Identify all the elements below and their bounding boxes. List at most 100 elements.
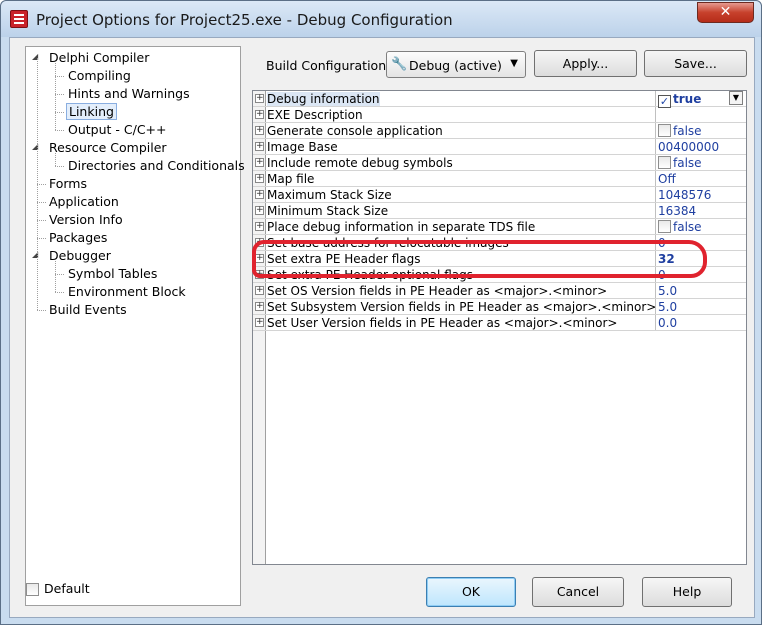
save-button[interactable]: Save...: [644, 50, 747, 77]
property-value[interactable]: 16384: [658, 204, 696, 218]
tree-item-resource-compiler[interactable]: Resource Compiler: [47, 139, 169, 157]
property-name: Generate console application: [267, 124, 443, 138]
property-value[interactable]: false: [658, 156, 702, 170]
default-checkbox-group[interactable]: Default: [26, 582, 90, 596]
build-configuration-label: Build Configuration:: [266, 58, 391, 73]
property-name: Set OS Version fields in PE Header as <m…: [267, 284, 608, 298]
ok-button[interactable]: OK: [426, 577, 516, 607]
tree-item-version-info[interactable]: Version Info: [47, 211, 125, 229]
tree-item-output-c-c-[interactable]: Output - C/C++: [66, 121, 169, 139]
property-value-text: 0: [658, 236, 666, 250]
property-value[interactable]: false: [658, 124, 702, 138]
chevron-down-icon: ▼: [510, 58, 518, 69]
expand-plus-icon[interactable]: +: [255, 318, 264, 327]
tree-item-directories-and-conditionals[interactable]: Directories and Conditionals: [66, 157, 247, 175]
expand-plus-icon[interactable]: +: [255, 238, 264, 247]
tree-item-packages[interactable]: Packages: [47, 229, 109, 247]
tree-item-environment-block[interactable]: Environment Block: [66, 283, 188, 301]
tree-item-linking[interactable]: Linking: [66, 103, 117, 121]
expand-plus-icon[interactable]: +: [255, 286, 264, 295]
dialog-client-area: Delphi Compiler ◢ Compiling Hints and Warni…: [9, 37, 755, 618]
expand-plus-icon[interactable]: +: [255, 142, 264, 151]
delphi-app-icon: [10, 10, 28, 28]
property-value[interactable]: false: [658, 220, 702, 234]
tree-item-build-events[interactable]: Build Events: [47, 301, 129, 319]
chevron-down-icon[interactable]: ▼: [729, 91, 743, 105]
tree-item-compiling[interactable]: Compiling: [66, 67, 133, 85]
property-value[interactable]: 1048576: [658, 188, 711, 202]
property-row[interactable]: + EXE Description: [253, 107, 746, 123]
property-value[interactable]: 00400000: [658, 140, 719, 154]
tree-item-symbol-tables[interactable]: Symbol Tables: [66, 265, 159, 283]
property-value[interactable]: 0.0: [658, 316, 677, 330]
property-value-text: 16384: [658, 204, 697, 218]
property-value[interactable]: Off: [658, 172, 676, 186]
tree-connector: [55, 112, 64, 113]
property-checkbox[interactable]: [658, 220, 671, 233]
title-bar[interactable]: Project Options for Project25.exe - Debu…: [1, 1, 761, 37]
property-row[interactable]: + Set User Version fields in PE Header as…: [253, 315, 746, 331]
property-checkbox[interactable]: [658, 156, 671, 169]
default-checkbox[interactable]: [26, 583, 39, 596]
property-row[interactable]: + Set extra PE Header optional flags 0: [253, 267, 746, 283]
property-value-text: false: [673, 124, 702, 138]
property-name: Place debug information in separate TDS …: [267, 220, 536, 234]
tree-item-label: Version Info: [49, 212, 123, 227]
property-name: EXE Description: [267, 108, 363, 122]
property-row[interactable]: + Minimum Stack Size 16384: [253, 203, 746, 219]
expand-plus-icon[interactable]: +: [255, 174, 264, 183]
build-configuration-dropdown[interactable]: 🔧 Debug (active) ▼: [386, 51, 526, 78]
apply-button[interactable]: Apply...: [534, 50, 637, 77]
property-row[interactable]: + Set extra PE Header flags 32: [253, 251, 746, 267]
property-value[interactable]: 0: [658, 268, 666, 282]
property-value[interactable]: 0: [658, 236, 666, 250]
expand-plus-icon[interactable]: +: [255, 110, 264, 119]
property-value[interactable]: 5.0: [658, 284, 677, 298]
tree-item-debugger[interactable]: Debugger: [47, 247, 113, 265]
expand-plus-icon[interactable]: +: [255, 126, 264, 135]
default-label: Default: [44, 581, 90, 596]
property-value-text: 32: [658, 252, 675, 266]
tree-connector: [55, 166, 64, 167]
options-tree[interactable]: Delphi Compiler ◢ Compiling Hints and Warni…: [25, 46, 245, 606]
expand-plus-icon[interactable]: +: [255, 222, 264, 231]
expand-plus-icon[interactable]: +: [255, 190, 264, 199]
property-name: Image Base: [267, 140, 338, 154]
property-value[interactable]: true: [658, 92, 701, 108]
tree-item-delphi-compiler[interactable]: Delphi Compiler: [47, 49, 151, 67]
expand-plus-icon[interactable]: +: [255, 302, 264, 311]
tree-item-application[interactable]: Application: [47, 193, 121, 211]
property-grid[interactable]: +Debug informationtrue▼+EXE Description+…: [252, 90, 747, 565]
tree-item-label: Environment Block: [68, 284, 186, 299]
tree-child-line: [55, 261, 56, 292]
tree-item-label: Directories and Conditionals: [68, 158, 245, 173]
property-row[interactable]: + Set base address for relocatable images…: [253, 235, 746, 251]
tree-item-hints-and-warnings[interactable]: Hints and Warnings: [66, 85, 192, 103]
property-row[interactable]: + Include remote debug symbols false: [253, 155, 746, 171]
property-row[interactable]: + Image Base 00400000: [253, 139, 746, 155]
tree-connector: [55, 274, 64, 275]
tree-connector: [55, 292, 64, 293]
property-row[interactable]: + Place debug information in separate TDS…: [253, 219, 746, 235]
tree-item-label: Symbol Tables: [68, 266, 158, 281]
property-row[interactable]: + Generate console application false: [253, 123, 746, 139]
property-checkbox[interactable]: [658, 124, 671, 137]
property-row[interactable]: + Set OS Version fields in PE Header as <…: [253, 283, 746, 299]
property-value-text: false: [673, 156, 702, 170]
property-row[interactable]: + Maximum Stack Size 1048576: [253, 187, 746, 203]
property-value[interactable]: 32: [658, 252, 675, 266]
cancel-button[interactable]: Cancel: [532, 577, 624, 607]
help-button[interactable]: Help: [642, 577, 732, 607]
property-row[interactable]: +Debug information true ▼: [253, 91, 746, 108]
expand-plus-icon[interactable]: +: [255, 158, 264, 167]
expand-plus-icon[interactable]: +: [255, 254, 264, 263]
property-row[interactable]: + Map file Off: [253, 171, 746, 187]
property-value[interactable]: 5.0: [658, 300, 677, 314]
wrench-icon: 🔧: [391, 57, 408, 72]
expand-plus-icon[interactable]: +: [255, 270, 264, 279]
property-row[interactable]: + Set Subsystem Version fields in PE Head…: [253, 299, 746, 315]
expand-plus-icon[interactable]: +: [255, 94, 264, 103]
close-button[interactable]: ✕: [697, 2, 754, 23]
expand-plus-icon[interactable]: +: [255, 206, 264, 215]
tree-item-forms[interactable]: Forms: [47, 175, 89, 193]
